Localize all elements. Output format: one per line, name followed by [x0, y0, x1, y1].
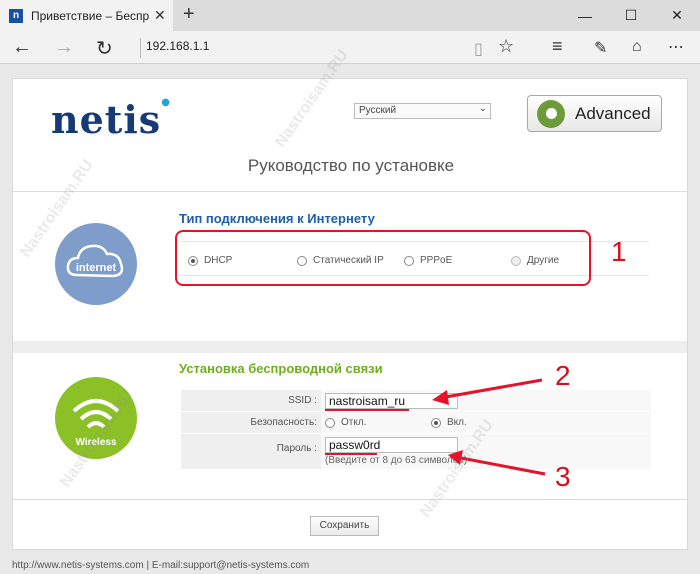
- annotation-number-1: 1: [611, 236, 627, 267]
- forward-icon[interactable]: →: [54, 36, 74, 59]
- connection-type-highlight: [175, 230, 591, 286]
- toolbar-separator: [140, 38, 141, 58]
- section-separator: [13, 341, 687, 353]
- ssid-underline-annotation: [325, 409, 409, 411]
- netis-logo: netis●: [51, 97, 171, 142]
- maximize-icon[interactable]: ☐: [608, 0, 654, 31]
- chevron-down-icon: ⌄: [478, 103, 487, 114]
- security-on-label: Вкл.: [447, 417, 467, 428]
- save-button[interactable]: Сохранить: [310, 516, 379, 536]
- divider: [13, 191, 687, 192]
- security-off-control[interactable]: [325, 417, 335, 428]
- security-on-radio[interactable]: Вкл.: [431, 417, 467, 428]
- internet-cloud-icon: internet: [55, 223, 137, 305]
- language-value: Русский: [359, 105, 397, 116]
- footer: http://www.netis-systems.com | E-mail:su…: [0, 557, 700, 574]
- security-on-control[interactable]: [431, 417, 441, 428]
- ssid-row: SSID : nastroisam_ru: [181, 390, 651, 412]
- security-off-radio[interactable]: Откл.: [325, 417, 366, 428]
- tab-close-icon[interactable]: ✕: [154, 7, 166, 24]
- annotation-number-3: 3: [555, 461, 571, 492]
- favorite-star-icon[interactable]: ☆: [498, 36, 514, 57]
- netis-favicon-icon: n: [9, 8, 23, 23]
- minimize-icon[interactable]: —: [562, 0, 608, 31]
- share-icon[interactable]: ⌂: [632, 38, 642, 56]
- password-underline-annotation: [325, 453, 377, 455]
- password-input[interactable]: passw0rd: [325, 437, 458, 453]
- password-row: Пароль : passw0rd (Введите от 8 до 63 си…: [181, 434, 651, 470]
- back-icon[interactable]: ←: [12, 36, 32, 59]
- wireless-section-title: Установка беспроводной связи: [179, 361, 383, 376]
- ssid-label: SSID :: [181, 390, 321, 411]
- page-viewport: netis● Русский ⌄ Advanced Руководство по…: [0, 64, 700, 574]
- hub-icon[interactable]: ≡: [552, 36, 563, 57]
- address-bar[interactable]: 192.168.1.1: [146, 39, 209, 53]
- ssid-input[interactable]: nastroisam_ru: [325, 393, 458, 409]
- security-row: Безопасность: Откл. Вкл.: [181, 412, 651, 434]
- more-icon[interactable]: ⋯: [668, 37, 684, 57]
- divider: [13, 499, 687, 500]
- security-label: Безопасность:: [181, 412, 321, 433]
- language-select[interactable]: Русский ⌄: [354, 103, 491, 119]
- refresh-icon[interactable]: ↻: [96, 36, 113, 61]
- page-title: Руководство по установке: [247, 156, 455, 175]
- notes-icon[interactable]: ✎: [594, 38, 607, 58]
- internet-section-title: Тип подключения к Интернету: [179, 211, 375, 226]
- setup-card: netis● Русский ⌄ Advanced Руководство по…: [12, 78, 688, 550]
- advanced-button[interactable]: Advanced: [527, 95, 662, 132]
- window-close-icon[interactable]: ✕: [654, 0, 700, 31]
- annotation-number-2: 2: [555, 360, 571, 391]
- svg-text:internet: internet: [76, 262, 117, 274]
- wireless-form: SSID : nastroisam_ru Безопасность: Откл.…: [181, 390, 651, 470]
- reading-view-icon[interactable]: ▯: [474, 39, 483, 59]
- new-tab-icon[interactable]: +: [183, 3, 195, 26]
- browser-tab[interactable]: n Приветствие – Беспров ✕: [0, 0, 173, 31]
- gear-icon: [537, 99, 565, 128]
- password-hint: (Введите от 8 до 63 символов): [325, 455, 468, 466]
- ssid-cell: nastroisam_ru: [321, 390, 651, 411]
- password-label: Пароль :: [181, 434, 321, 469]
- security-off-label: Откл.: [341, 417, 367, 428]
- tab-title: Приветствие – Беспров: [31, 8, 149, 23]
- advanced-label: Advanced: [575, 103, 651, 123]
- browser-tabbar: n Приветствие – Беспров ✕ + — ☐ ✕: [0, 0, 700, 31]
